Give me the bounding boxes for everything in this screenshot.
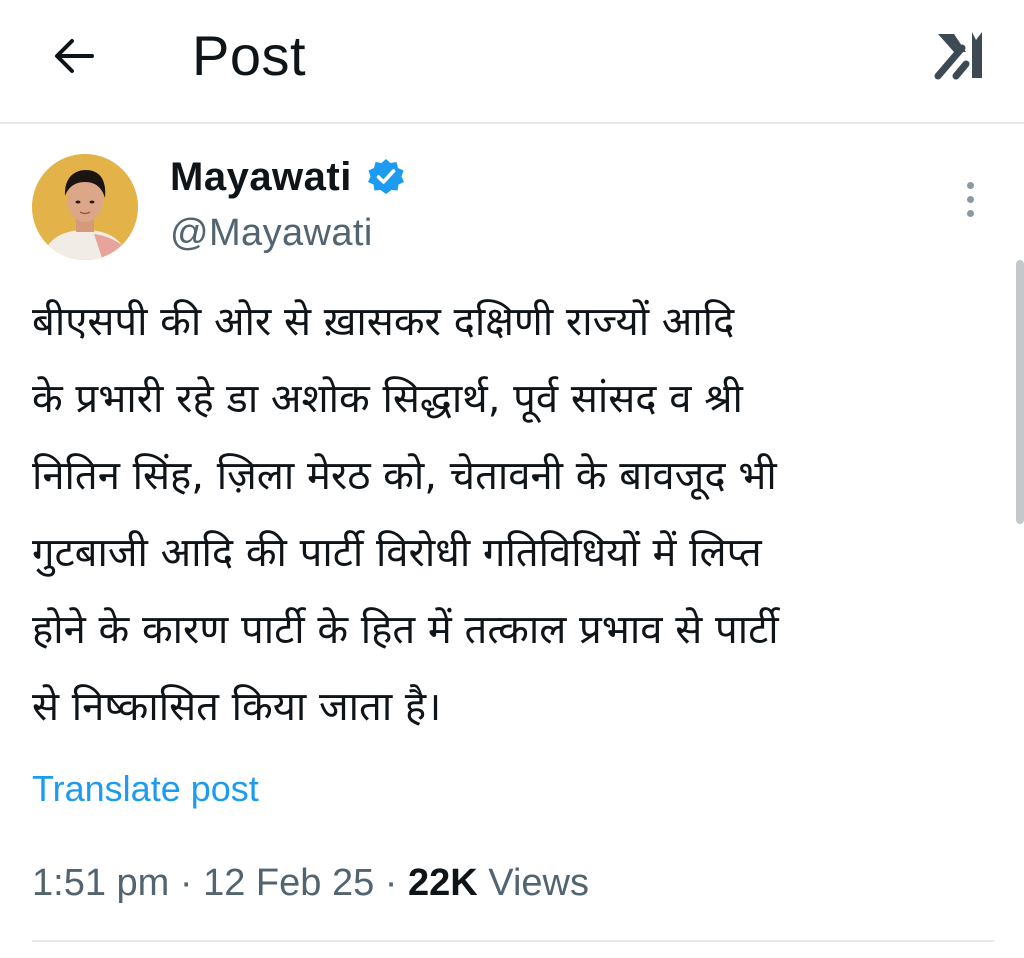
- author-name[interactable]: Mayawati: [170, 152, 406, 202]
- page-title: Post: [192, 24, 307, 87]
- views-label[interactable]: Views: [478, 862, 589, 904]
- author-handle[interactable]: @Mayawati: [170, 210, 373, 256]
- author-name-label[interactable]: Mayawati: [170, 152, 352, 202]
- more-options-button[interactable]: [950, 174, 990, 224]
- post-text-line: नितिन सिंह, ज़िला मेरठ को, चेतावनी के बा…: [32, 453, 777, 499]
- post-text-line: से निष्कासित किया जाता है।: [32, 684, 442, 730]
- scrollbar[interactable]: [1016, 260, 1024, 524]
- avatar[interactable]: [32, 154, 138, 260]
- post-date[interactable]: 12 Feb 25: [203, 862, 374, 904]
- translate-post-link[interactable]: Translate post: [32, 766, 259, 812]
- post-text-line: के प्रभारी रहे डा अशोक सिद्धार्थ, पूर्व …: [32, 376, 743, 422]
- arrow-left-icon: [55, 39, 94, 73]
- verified-badge-icon: [367, 159, 404, 194]
- more-options-icon: [966, 181, 974, 189]
- post-metadata: 1:51 pm · 12 Feb 25 · 22K Views: [32, 858, 589, 908]
- views-count[interactable]: 22K: [408, 862, 478, 904]
- post-time[interactable]: 1:51 pm: [32, 862, 169, 904]
- divider: [32, 940, 994, 942]
- grok-icon: [934, 32, 982, 80]
- grok-button[interactable]: [928, 22, 992, 86]
- post-text: बीएसपी की ओर से ख़ासकर दक्षिणी राज्यों आ…: [32, 284, 992, 746]
- top-app-bar: Post: [0, 0, 1024, 124]
- post-text-line: होने के कारण पार्टी के हित में तत्काल प्…: [32, 607, 779, 653]
- meta-separator: ·: [374, 862, 409, 904]
- post-text-line: गुटबाजी आदि की पार्टी विरोधी गतिविधियों …: [32, 530, 762, 576]
- meta-separator: ·: [169, 862, 204, 904]
- back-button[interactable]: [44, 26, 104, 86]
- post-text-line: बीएसपी की ओर से ख़ासकर दक्षिणी राज्यों आ…: [32, 299, 735, 345]
